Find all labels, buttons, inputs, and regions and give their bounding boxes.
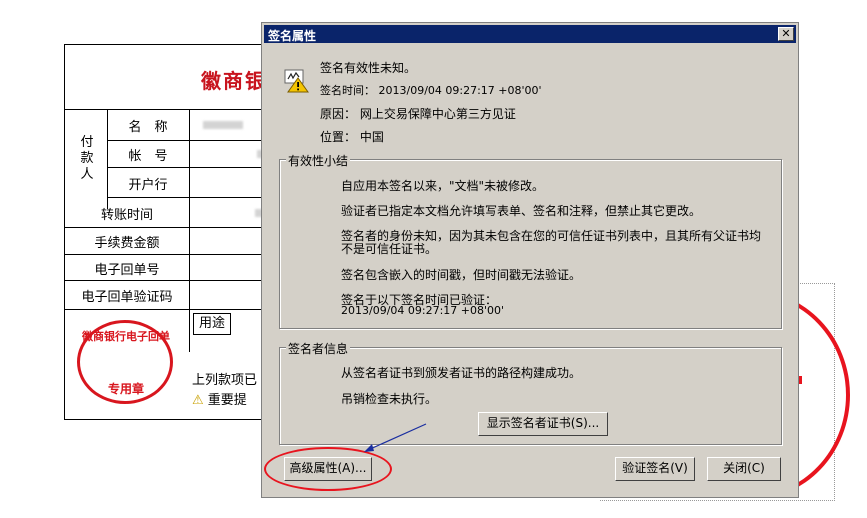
- table-row: 转账时间: [65, 197, 280, 228]
- signature-properties-dialog: 签名属性 ✕ 签名有效性未知。 签名时间： 2013/09/04 09:27:1…: [261, 22, 799, 498]
- close-button[interactable]: 关闭(C): [707, 457, 781, 481]
- row-label: 转账时间: [100, 208, 153, 223]
- row-label: 电子回单号: [94, 263, 160, 278]
- signature-time: 签名时间： 2013/09/04 09:27:17 +08'00': [320, 84, 542, 97]
- validity-line: 不是可信任证书。: [341, 242, 438, 256]
- signature-status: 签名有效性未知。: [320, 61, 417, 75]
- warning-icon: ⚠: [192, 393, 204, 408]
- dialog-title: 签名属性: [268, 29, 317, 43]
- validity-timestamp: 2013/09/04 09:27:17 +08'00': [341, 304, 505, 317]
- receipt-important-note: ⚠ 重要提: [192, 389, 247, 408]
- validity-line: 自应用本签名以来，"文档"未被修改。: [341, 179, 545, 193]
- signature-warning-icon: [284, 69, 309, 93]
- validity-line: 签名包含嵌入的时间戳，但时间戳无法验证。: [341, 268, 582, 282]
- table-row: 电子回单号: [65, 254, 280, 281]
- show-signer-certificate-button[interactable]: 显示签名者证书(S)...: [478, 412, 608, 436]
- row-label: 电子回单验证码: [81, 290, 173, 305]
- verify-signature-button[interactable]: 验证签名(V): [615, 457, 695, 481]
- signer-info-label: 签名者信息: [286, 340, 351, 357]
- validity-summary-label: 有效性小结: [286, 152, 351, 169]
- table-row: 电子回单验证码: [65, 280, 280, 310]
- receipt-note: 上列款项已: [192, 373, 258, 388]
- redacted-value: [203, 121, 243, 129]
- validity-summary-group: 有效性小结 自应用本签名以来，"文档"未被修改。 验证者已指定本文档允许填写表单…: [279, 152, 782, 329]
- annotation-arrow-icon: [364, 423, 427, 452]
- usage-label: 用途: [193, 313, 231, 335]
- dialog-titlebar[interactable]: 签名属性 ✕: [264, 25, 796, 43]
- close-icon[interactable]: ✕: [778, 27, 794, 41]
- signature-location: 位置： 中国: [320, 130, 384, 144]
- signer-line: 吊销检查未执行。: [341, 392, 438, 406]
- row-label: 手续费金额: [94, 236, 160, 251]
- table-row: 帐 号: [107, 140, 280, 168]
- bank-seal-stamp: 徽商银行电子回单 专用章: [73, 320, 179, 404]
- receipt-title-area: 徽商银: [65, 45, 280, 110]
- seal-top-text: 徽商银行电子回单: [82, 330, 170, 343]
- receipt-document: 徽商银 付款人 名 称 帐 号 开户行 转账时间 手续费金额 电子回单号 电子回…: [64, 44, 281, 420]
- validity-line: 验证者已指定本文档允许填写表单、签名和注释，但禁止其它更改。: [341, 204, 702, 218]
- table-row: 名 称: [107, 109, 280, 141]
- signature-reason: 原因： 网上交易保障中心第三方见证: [320, 107, 516, 121]
- row-label: 帐 号: [128, 149, 168, 164]
- signer-info-group: 签名者信息 从签名者证书到颁发者证书的路径构建成功。 吊销检查未执行。 显示签名…: [279, 340, 782, 445]
- seal-bottom-text: 专用章: [107, 382, 144, 396]
- payer-group-label: 付款人: [80, 135, 94, 182]
- table-row: 手续费金额: [65, 227, 280, 255]
- note-text: 重要提: [207, 393, 247, 408]
- table-row: 开户行: [107, 167, 280, 198]
- signer-line: 从签名者证书到颁发者证书的路径构建成功。: [341, 366, 582, 380]
- row-label: 名 称: [128, 120, 168, 135]
- row-label: 开户行: [128, 178, 168, 193]
- receipt-bank-title: 徽商银: [201, 69, 267, 93]
